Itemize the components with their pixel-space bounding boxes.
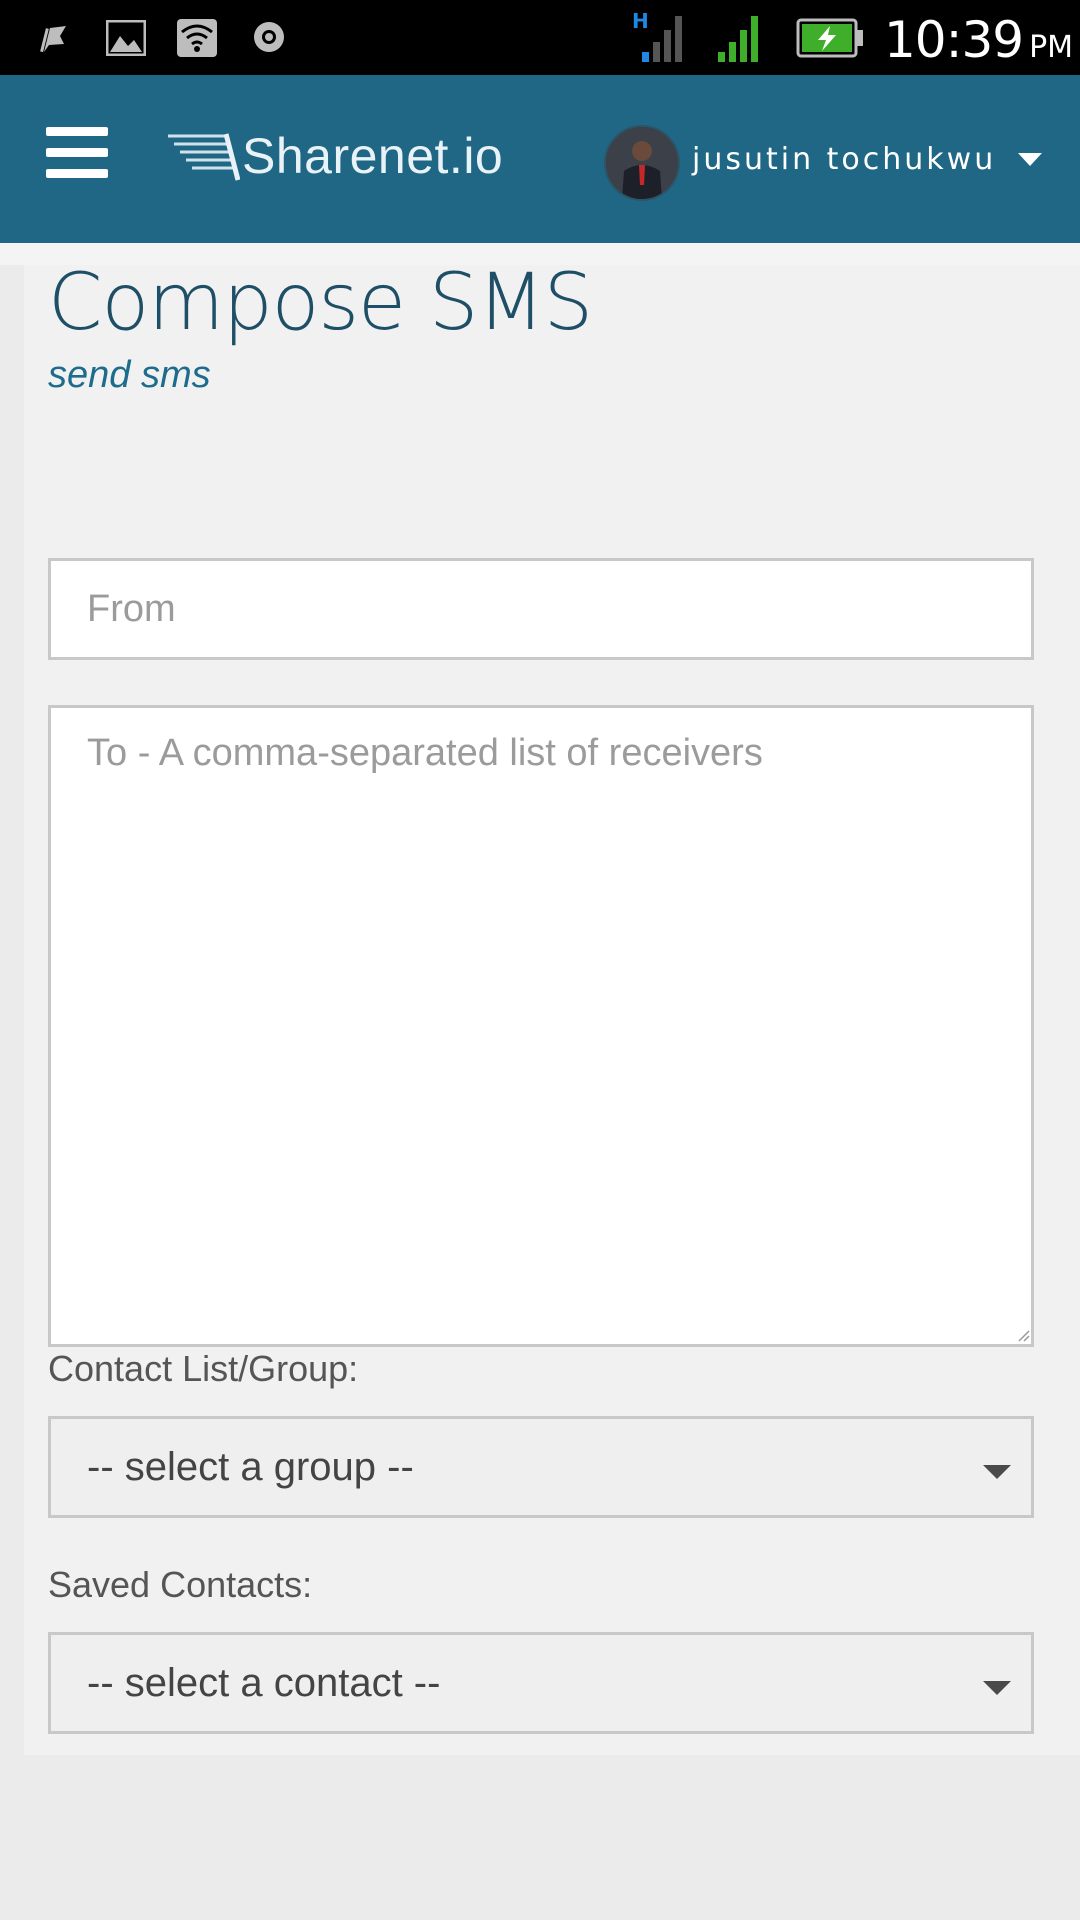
page-subtitle: send sms: [48, 354, 211, 396]
chevron-down-icon[interactable]: [1018, 153, 1042, 166]
contact-group-label: Contact List/Group:: [48, 1348, 359, 1389]
clock: 10:39 PM: [884, 10, 1073, 70]
record-icon: [252, 20, 286, 58]
signal-strength-1-icon: H: [630, 8, 690, 68]
avatar[interactable]: [604, 125, 680, 201]
saved-contacts-select[interactable]: -- select a contact --: [48, 1632, 1034, 1734]
contact-group-selected-value: -- select a group --: [87, 1445, 414, 1489]
menu-icon[interactable]: [46, 127, 108, 179]
dropdown-arrow-icon: [983, 1465, 1011, 1479]
battery-charging-icon: [796, 18, 866, 62]
signal-strength-2-icon: [712, 8, 772, 68]
logo-mark-icon: [168, 133, 240, 181]
page-title: Compose SMS: [48, 258, 593, 348]
logo-text: Sharenet.io: [242, 128, 504, 184]
clock-ampm: PM: [1029, 30, 1074, 65]
dropdown-arrow-icon: [983, 1681, 1011, 1695]
username[interactable]: jusutin tochukwu: [692, 135, 996, 185]
logo[interactable]: Sharenet.io: [166, 121, 503, 191]
clock-time: 10:39: [884, 11, 1024, 69]
resize-handle-icon[interactable]: [1016, 1328, 1030, 1342]
flag-icon: [40, 22, 70, 58]
status-bar: H 10:39 PM: [0, 0, 1080, 75]
from-input[interactable]: [48, 558, 1034, 660]
to-receivers-textarea[interactable]: [48, 705, 1034, 1347]
saved-contacts-label: Saved Contacts:: [48, 1564, 313, 1605]
wifi-icon: [176, 18, 218, 62]
network-type-label: H: [632, 9, 649, 33]
saved-contact-selected-value: -- select a contact --: [87, 1661, 441, 1705]
image-icon: [105, 19, 147, 60]
contact-group-select[interactable]: -- select a group --: [48, 1416, 1034, 1518]
app-header: Sharenet.io jusutin tochukwu: [0, 75, 1080, 243]
